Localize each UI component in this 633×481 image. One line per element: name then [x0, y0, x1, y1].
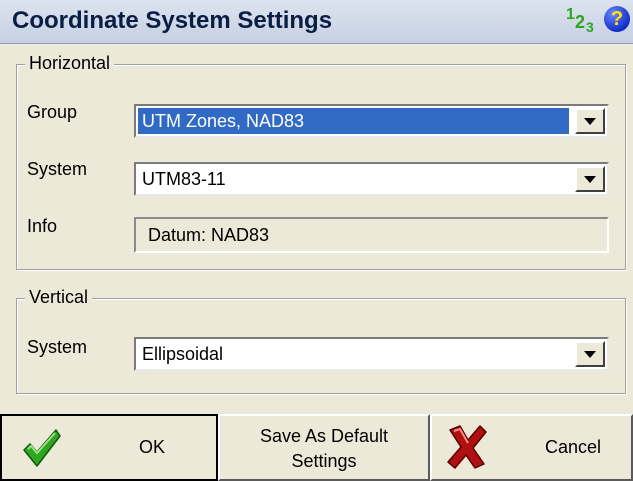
- horizontal-system-dropdown-arrow[interactable]: [575, 166, 605, 192]
- horizontal-system-dropdown[interactable]: UTM83-11: [134, 162, 609, 196]
- group-dropdown-arrow[interactable]: [575, 108, 605, 134]
- checkmark-icon: [23, 429, 61, 467]
- horizontal-system-value: UTM83-11: [142, 169, 226, 189]
- numeric-digit-3: 3: [586, 19, 594, 35]
- save-as-default-label-line1: Save As Default: [259, 426, 389, 446]
- numeric-123-icon[interactable]: 1 2 3: [566, 5, 600, 35]
- vertical-system-label: System: [27, 337, 88, 357]
- help-icon[interactable]: ?: [604, 6, 630, 32]
- red-x-icon: [447, 425, 487, 469]
- cancel-button[interactable]: Cancel: [430, 414, 633, 481]
- chevron-down-icon: [584, 118, 596, 125]
- vertical-system-dropdown[interactable]: Ellipsoidal: [134, 337, 609, 371]
- info-field: Datum: NAD83: [134, 217, 609, 253]
- ok-label: OK: [138, 437, 165, 457]
- info-label: Info: [27, 216, 58, 236]
- window-title: Coordinate System Settings: [12, 7, 333, 34]
- vertical-system-dropdown-arrow[interactable]: [575, 341, 605, 367]
- group-label: Group: [27, 102, 78, 122]
- group-dropdown-value: UTM Zones, NAD83: [138, 108, 569, 134]
- numeric-digit-1: 1: [566, 6, 575, 23]
- horizontal-system-label: System: [27, 159, 88, 179]
- chevron-down-icon: [584, 176, 596, 183]
- numeric-digit-2: 2: [575, 12, 586, 32]
- save-as-default-button[interactable]: Save As Default Settings: [218, 414, 430, 481]
- vertical-legend: Vertical: [25, 287, 93, 308]
- cancel-label: Cancel: [544, 437, 602, 457]
- save-as-default-label-line2: Settings: [291, 451, 357, 471]
- chevron-down-icon: [584, 351, 596, 358]
- save-as-default-label: Save As Default Settings: [220, 424, 428, 474]
- horizontal-legend: Horizontal: [25, 53, 115, 74]
- vertical-system-value: Ellipsoidal: [142, 344, 224, 364]
- title-bar: Coordinate System Settings 1 2 3 ?: [0, 0, 633, 44]
- group-dropdown[interactable]: UTM Zones, NAD83: [134, 104, 609, 138]
- ok-button[interactable]: OK: [0, 414, 218, 481]
